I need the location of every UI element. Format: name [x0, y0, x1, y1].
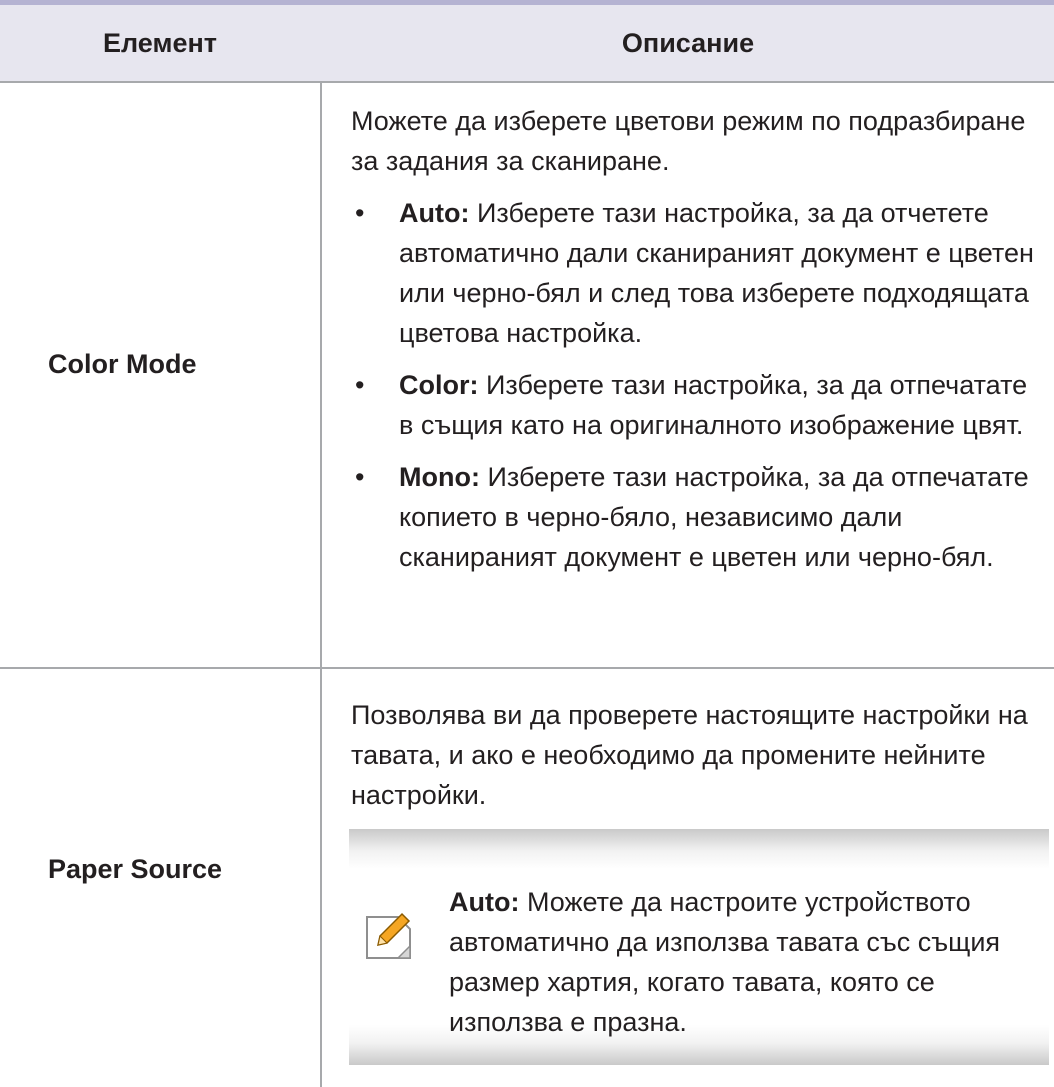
- header-divider: [0, 81, 1054, 83]
- settings-table: Елемент Описание Color Mode Можете да из…: [0, 0, 1054, 1087]
- row-divider: [0, 667, 1054, 669]
- note-body: Можете да настроите устройството автомат…: [449, 887, 1001, 1037]
- note-text: Auto: Можете да настроите устройството а…: [449, 882, 1039, 1042]
- option-term: Color:: [399, 370, 479, 400]
- list-item: • Mono: Изберете тази настройка, за да от…: [351, 457, 1041, 577]
- option-list: • Auto: Изберете тази настройка, за да от…: [351, 193, 1041, 577]
- note-box: Auto: Можете да настроите устройството а…: [349, 829, 1049, 1065]
- row-description-color-mode: Можете да изберете цветови режим по подр…: [351, 101, 1041, 577]
- row-description-paper-source: Позволява ви да проверете настоящите нас…: [351, 695, 1041, 815]
- note-pencil-icon: [366, 912, 411, 959]
- bullet: •: [355, 198, 365, 228]
- description-intro: Можете да изберете цветови режим по подр…: [351, 106, 1026, 176]
- option-term: Mono:: [399, 462, 480, 492]
- option-term: Auto:: [399, 198, 470, 228]
- column-divider: [320, 83, 322, 667]
- list-item: • Color: Изберете тази настройка, за да о…: [351, 365, 1041, 445]
- description-intro: Позволява ви да проверете настоящите нас…: [351, 700, 1028, 810]
- option-text: Изберете тази настройка, за да отпечатат…: [399, 370, 1028, 440]
- header-description: Описание: [621, 28, 755, 58]
- bullet: •: [355, 462, 365, 492]
- note-term: Auto:: [449, 887, 520, 917]
- header-element: Елемент: [103, 28, 217, 58]
- column-divider: [320, 669, 322, 1087]
- row-label-color-mode: Color Mode: [48, 349, 197, 379]
- option-text: Изберете тази настройка, за да отчетете …: [399, 198, 1034, 348]
- bullet: •: [355, 370, 365, 400]
- row-label-paper-source: Paper Source: [48, 854, 223, 884]
- list-item: • Auto: Изберете тази настройка, за да от…: [351, 193, 1041, 353]
- option-text: Изберете тази настройка, за да отпечатат…: [399, 462, 1029, 572]
- table-header: Елемент Описание: [0, 5, 1054, 81]
